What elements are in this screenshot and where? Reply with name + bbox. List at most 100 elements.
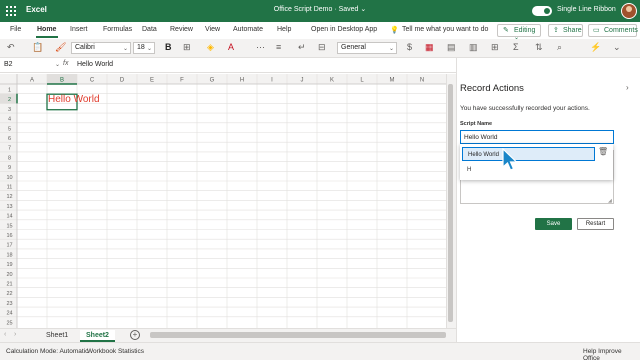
menu-insert[interactable]: Insert bbox=[70, 26, 88, 33]
plus-circle-icon[interactable]: + bbox=[130, 330, 140, 340]
menu-open-desktop[interactable]: Open in Desktop App bbox=[311, 26, 377, 33]
row-header-1[interactable]: 1 bbox=[8, 88, 11, 94]
conditional-format-icon[interactable]: ▦ bbox=[425, 42, 434, 53]
share-button[interactable]: ⇪ Share bbox=[548, 24, 583, 37]
tell-me-search[interactable]: Tell me what you want to do bbox=[402, 26, 488, 33]
row-header-2[interactable]: 2 bbox=[8, 97, 11, 103]
formula-input[interactable]: Hello World bbox=[77, 61, 113, 68]
calculation-mode[interactable]: Calculation Mode: Automatic bbox=[6, 348, 88, 355]
menu-home[interactable]: Home bbox=[37, 26, 56, 33]
ideas-icon[interactable]: ⚡ bbox=[590, 42, 601, 53]
row-header-18[interactable]: 18 bbox=[6, 252, 12, 258]
row-header-25[interactable]: 25 bbox=[6, 320, 12, 326]
column-header-f[interactable]: F bbox=[180, 78, 184, 84]
bold-icon[interactable]: B bbox=[165, 42, 172, 52]
wrap-text-icon[interactable]: ↵ bbox=[298, 42, 306, 53]
row-header-12[interactable]: 12 bbox=[6, 194, 12, 200]
format-painter-icon[interactable]: 🖌 bbox=[55, 42, 66, 53]
row-header-6[interactable]: 6 bbox=[8, 136, 11, 142]
name-box[interactable]: B2 bbox=[2, 60, 54, 71]
currency-icon[interactable]: $ bbox=[407, 42, 412, 52]
sheet-tab-sheet1[interactable]: Sheet1 bbox=[40, 330, 74, 342]
menu-view[interactable]: View bbox=[205, 26, 220, 33]
autocomplete-item[interactable]: Hello World bbox=[462, 147, 595, 161]
column-header-b[interactable]: B bbox=[60, 78, 64, 84]
row-header-3[interactable]: 3 bbox=[8, 107, 11, 113]
column-header-a[interactable]: A bbox=[30, 78, 34, 84]
row-header-17[interactable]: 17 bbox=[6, 243, 12, 249]
font-name-select[interactable]: Calibri ⌄ bbox=[71, 42, 131, 54]
row-header-13[interactable]: 13 bbox=[6, 204, 12, 210]
row-header-23[interactable]: 23 bbox=[6, 301, 12, 307]
scroll-right-icon[interactable]: › bbox=[14, 331, 16, 338]
menu-help[interactable]: Help bbox=[277, 26, 291, 33]
sum-icon[interactable]: Σ bbox=[513, 42, 519, 52]
row-header-8[interactable]: 8 bbox=[8, 155, 11, 161]
merge-icon[interactable]: ⊟ bbox=[318, 42, 326, 53]
table-format-icon[interactable]: ▤ bbox=[447, 42, 456, 53]
font-color-icon[interactable]: A bbox=[228, 42, 234, 52]
row-header-20[interactable]: 20 bbox=[6, 272, 12, 278]
row-header-7[interactable]: 7 bbox=[8, 146, 11, 152]
column-header-k[interactable]: K bbox=[330, 78, 334, 84]
sheet-tab-sheet2[interactable]: Sheet2 bbox=[80, 330, 115, 342]
script-name-input[interactable]: Hello World bbox=[460, 130, 614, 144]
column-header-h[interactable]: H bbox=[240, 78, 244, 84]
row-header-14[interactable]: 14 bbox=[6, 214, 12, 220]
function-icon[interactable]: fx bbox=[63, 60, 68, 67]
autocomplete-item[interactable]: H bbox=[467, 167, 471, 173]
help-improve-office[interactable]: Help Improve Office bbox=[583, 348, 640, 360]
close-pane-icon[interactable]: › bbox=[626, 83, 629, 92]
column-header-m[interactable]: M bbox=[390, 78, 395, 84]
insert-cells-icon[interactable]: ⊞ bbox=[491, 42, 499, 53]
row-header-15[interactable]: 15 bbox=[6, 223, 12, 229]
resize-grip-icon[interactable]: ◢ bbox=[608, 198, 612, 204]
row-header-16[interactable]: 16 bbox=[6, 233, 12, 239]
row-header-11[interactable]: 11 bbox=[7, 185, 13, 191]
row-header-21[interactable]: 21 bbox=[6, 282, 12, 288]
row-header-4[interactable]: 4 bbox=[8, 117, 11, 123]
vertical-scroll-thumb[interactable] bbox=[448, 84, 453, 322]
row-header-5[interactable]: 5 bbox=[8, 126, 11, 132]
row-header-19[interactable]: 19 bbox=[6, 262, 12, 268]
user-avatar[interactable] bbox=[621, 3, 637, 19]
fill-color-icon[interactable]: ◈ bbox=[207, 42, 214, 53]
find-icon[interactable]: ⌕ bbox=[557, 42, 562, 53]
save-button[interactable]: Save bbox=[535, 218, 572, 230]
menu-automate[interactable]: Automate bbox=[233, 26, 263, 33]
row-header-22[interactable]: 22 bbox=[6, 291, 12, 297]
spreadsheet-grid[interactable]: A B C D E F G H I J K L M N 1 2 3 4 5 6 7 8 9 10 11 12 13 14 15 16 17 1… bbox=[0, 74, 446, 328]
column-header-g[interactable]: G bbox=[210, 78, 215, 84]
name-box-chevron-icon[interactable]: ⌄ bbox=[55, 61, 60, 68]
menu-data[interactable]: Data bbox=[142, 26, 157, 33]
font-size-select[interactable]: 18 ⌄ bbox=[133, 42, 155, 54]
number-format-select[interactable]: General ⌄ bbox=[337, 42, 397, 54]
paste-icon[interactable]: 📋 bbox=[32, 42, 43, 53]
menu-formulas[interactable]: Formulas bbox=[103, 26, 132, 33]
menu-file[interactable]: File bbox=[10, 26, 21, 33]
horizontal-scroll-thumb[interactable] bbox=[150, 332, 446, 338]
column-header-d[interactable]: D bbox=[120, 78, 125, 84]
column-header-j[interactable]: J bbox=[301, 78, 304, 84]
restart-button[interactable]: Restart bbox=[577, 218, 614, 230]
editing-mode-button[interactable]: ✎ Editing ⌄ bbox=[497, 24, 541, 41]
workbook-statistics[interactable]: Workbook Statistics bbox=[87, 348, 144, 355]
trash-icon[interactable]: 🗑 bbox=[598, 147, 608, 156]
cell-styles-icon[interactable]: ▥ bbox=[469, 42, 478, 53]
row-header-9[interactable]: 9 bbox=[8, 165, 11, 171]
column-header-e[interactable]: E bbox=[150, 78, 154, 84]
more-icon[interactable]: ⋯ bbox=[256, 42, 265, 53]
comments-button[interactable]: ▭ Comments bbox=[588, 24, 638, 37]
single-line-ribbon-toggle[interactable] bbox=[532, 6, 552, 16]
scroll-left-icon[interactable]: ‹ bbox=[4, 331, 6, 338]
row-header-24[interactable]: 24 bbox=[6, 311, 12, 317]
ribbon-options-icon[interactable]: ⌄ bbox=[613, 42, 621, 53]
column-header-n[interactable]: N bbox=[420, 78, 424, 84]
column-header-c[interactable]: C bbox=[90, 78, 95, 84]
borders-icon[interactable]: ⊞ bbox=[183, 42, 191, 53]
align-icon[interactable]: ≡ bbox=[276, 42, 281, 52]
undo-icon[interactable]: ↶ bbox=[7, 42, 15, 53]
row-header-10[interactable]: 10 bbox=[6, 175, 12, 181]
sort-filter-icon[interactable]: ⇅ bbox=[535, 42, 543, 53]
menu-review[interactable]: Review bbox=[170, 26, 193, 33]
